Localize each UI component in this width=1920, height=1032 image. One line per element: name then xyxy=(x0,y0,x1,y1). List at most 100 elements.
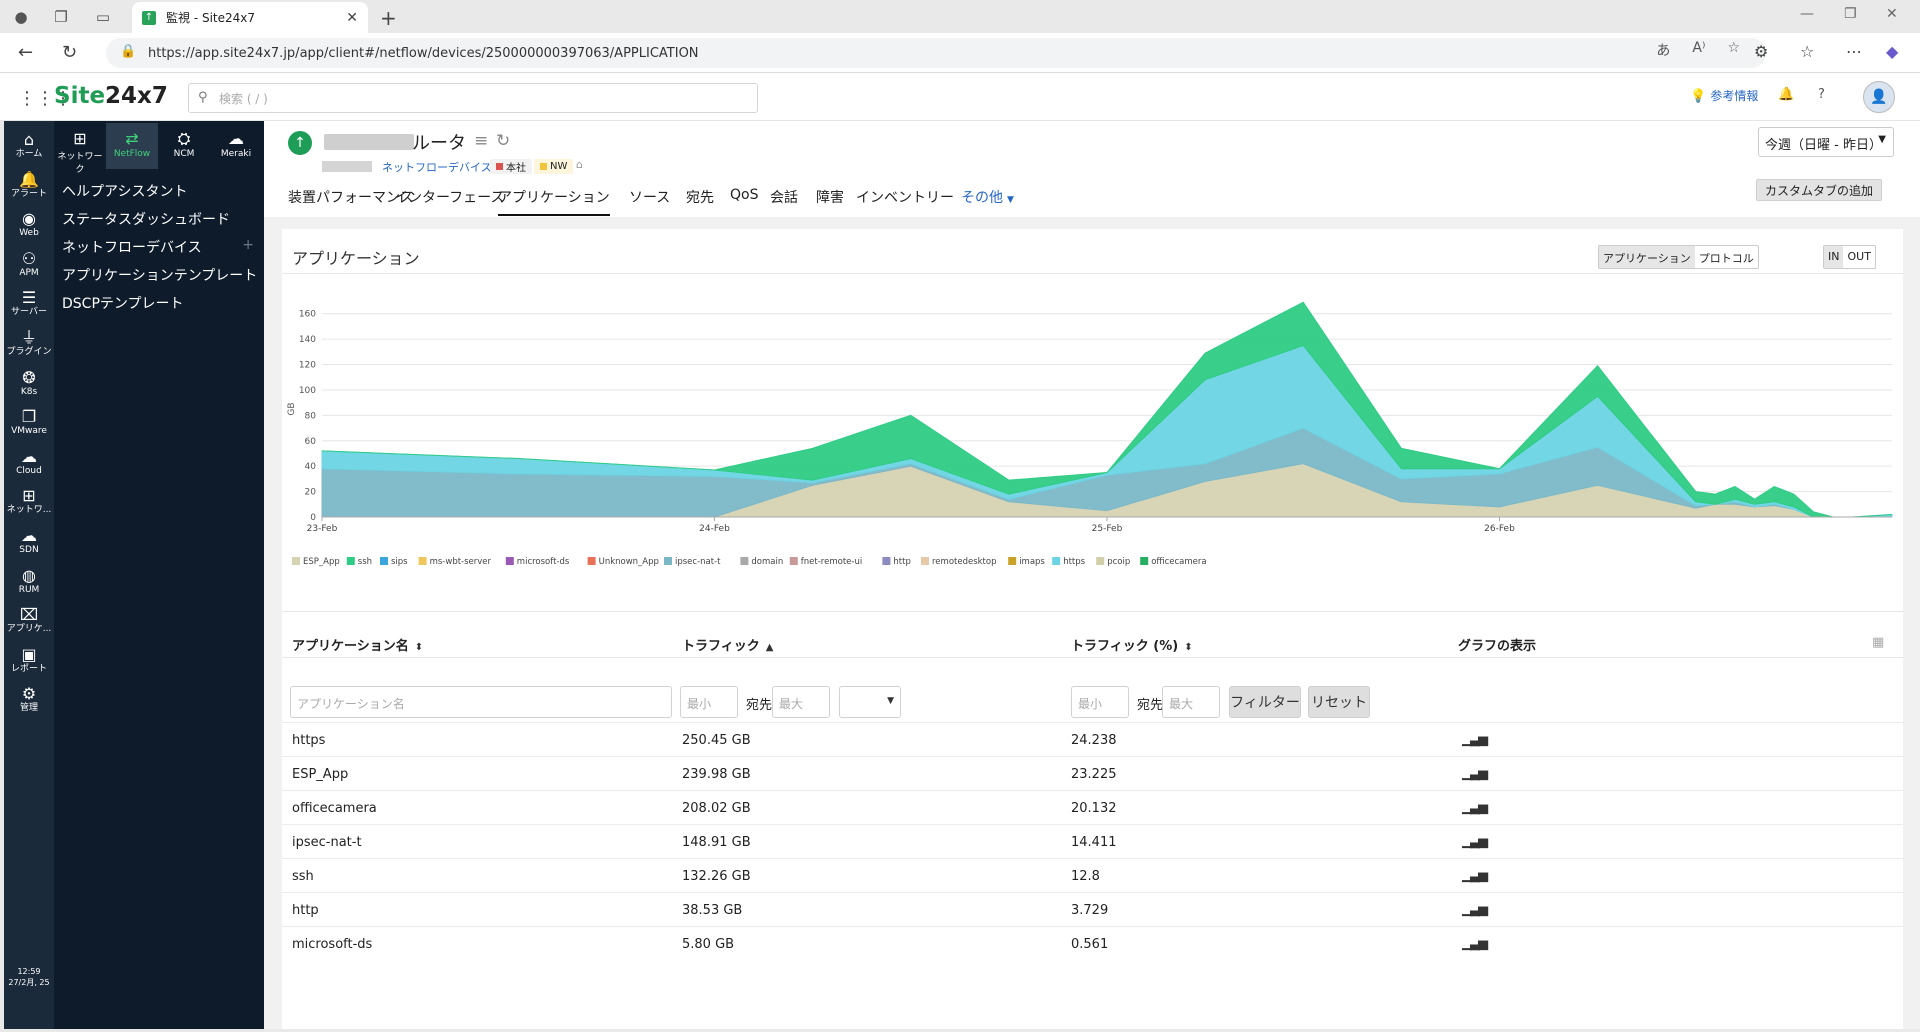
sidebar-link[interactable]: ネットフローデバイス xyxy=(62,237,202,257)
legend-item[interactable]: domain xyxy=(740,557,783,567)
pct-max-input[interactable]: 最大 xyxy=(1162,686,1220,718)
browser-tab[interactable]: ↑ 監視 - Site24x7 ✕ xyxy=(132,2,368,33)
col-header-app-name[interactable]: アプリケーション名 ⬍ xyxy=(292,635,423,654)
sidebar-link[interactable]: ヘルプアシスタント xyxy=(62,181,187,201)
rail-item[interactable]: ❂ K8s xyxy=(4,368,54,398)
tab-3[interactable]: ソース xyxy=(629,187,670,207)
tab-6[interactable]: 会話 xyxy=(770,187,798,207)
bar-chart-icon[interactable]: ▁▃▅ xyxy=(1462,936,1488,951)
legend-item[interactable]: ms-wbt-server xyxy=(418,557,492,567)
sidebar-link[interactable]: ステータスダッシュボード xyxy=(62,209,230,229)
toggle-protocol[interactable]: プロトコル xyxy=(1695,246,1758,268)
back-icon[interactable]: ← xyxy=(18,42,33,63)
refresh-icon[interactable]: ↻ xyxy=(496,131,510,151)
sidebar-link[interactable]: DSCPテンプレート xyxy=(62,293,183,313)
tag-nw[interactable]: NW xyxy=(534,159,574,174)
restore-icon[interactable]: ❐ xyxy=(1844,6,1857,22)
toggle-out[interactable]: OUT xyxy=(1843,246,1874,268)
tag-edit-icon[interactable]: ⌂ xyxy=(576,158,583,171)
bar-chart-icon[interactable]: ▁▃▅ xyxy=(1462,868,1488,883)
reload-icon[interactable]: ↻ xyxy=(62,42,77,63)
legend-item[interactable]: http xyxy=(882,557,911,567)
close-window-icon[interactable]: ✕ xyxy=(1886,6,1898,22)
direction-toggle[interactable]: IN OUT xyxy=(1823,245,1876,269)
legend-item[interactable]: ipsec-nat-t xyxy=(664,557,721,567)
site24x7-logo[interactable]: Site24x7 xyxy=(54,83,168,109)
favorites-icon[interactable]: ☆ xyxy=(1800,42,1814,61)
workspaces-icon[interactable]: ❐ xyxy=(50,6,72,28)
legend-item[interactable]: Unknown_App xyxy=(587,557,659,567)
tab-5[interactable]: QoS xyxy=(730,187,758,203)
legend-item[interactable]: ESP_App xyxy=(292,557,340,567)
app-name-filter-input[interactable]: アプリケーション名 xyxy=(290,686,672,718)
rail-item[interactable]: ☁ SDN xyxy=(4,527,54,556)
rail-item[interactable]: ⚇ APM xyxy=(4,249,54,279)
subtab-ネットワーク[interactable]: ⊞ ネットワーク xyxy=(54,123,106,175)
legend-item[interactable]: sips xyxy=(380,557,408,567)
add-device-icon[interactable]: + xyxy=(242,237,254,253)
tab-1[interactable]: インターフェース xyxy=(394,187,504,207)
bar-chart-icon[interactable]: ▁▃▅ xyxy=(1462,902,1488,917)
tab-8[interactable]: インベントリー xyxy=(856,187,954,207)
col-header-traffic-pct[interactable]: トラフィック (%) ⬍ xyxy=(1071,635,1193,654)
notification-bell-icon[interactable]: 🔔 xyxy=(1778,87,1794,102)
rail-item[interactable]: ⏚ プラグイン xyxy=(4,329,54,358)
rail-item[interactable]: ⌂ ホーム xyxy=(4,131,54,160)
favorite-star-icon[interactable]: ☆ xyxy=(1727,40,1740,60)
bar-chart-icon[interactable]: ▁▃▅ xyxy=(1462,800,1488,815)
legend-item[interactable]: microsoft-ds xyxy=(505,557,570,567)
rail-item[interactable]: ▣ レポート xyxy=(4,645,54,675)
copilot-icon[interactable]: ◆ xyxy=(1886,42,1898,61)
rail-item[interactable]: ☁ Cloud xyxy=(4,447,54,477)
device-type-link[interactable]: ネットフローデバイス xyxy=(382,159,492,175)
rail-item[interactable]: ⌧ アプリケ... xyxy=(4,606,54,635)
bar-chart-icon[interactable]: ▁▃▅ xyxy=(1462,766,1488,781)
legend-item[interactable]: ssh xyxy=(346,557,372,567)
col-header-traffic[interactable]: トラフィック ▲ xyxy=(682,635,773,654)
pct-min-input[interactable]: 最小 xyxy=(1071,686,1129,718)
help-icon[interactable]: ? xyxy=(1818,87,1825,102)
tab-9[interactable]: その他 ▼ xyxy=(961,187,1014,207)
subtab-ncm[interactable]: ⛭ NCM xyxy=(158,123,210,169)
tab-actions-icon[interactable]: ▭ xyxy=(92,6,114,28)
rail-item[interactable]: ◍ RUM xyxy=(4,566,54,596)
tab-2[interactable]: アプリケーション xyxy=(498,187,610,216)
filter-button[interactable]: フィルター xyxy=(1229,686,1301,718)
extensions-icon[interactable]: ⚙ xyxy=(1754,42,1768,61)
column-settings-icon[interactable]: ▦ xyxy=(1872,635,1884,650)
profile-icon[interactable]: ● xyxy=(10,6,32,28)
legend-item[interactable]: fnet-remote-ui xyxy=(789,557,862,567)
legend-item[interactable]: pcoip xyxy=(1096,557,1130,567)
traffic-max-input[interactable]: 最大 xyxy=(772,686,830,718)
unit-select[interactable]: ▼ xyxy=(839,686,901,718)
read-aloud-icon[interactable]: A⁾ xyxy=(1692,40,1705,60)
legend-item[interactable]: remotedesktop xyxy=(921,557,997,567)
rail-item[interactable]: ⊞ ネットワ... xyxy=(4,487,54,516)
reset-button[interactable]: リセット xyxy=(1308,686,1370,718)
subtab-meraki[interactable]: ☁ Meraki xyxy=(210,123,262,169)
bar-chart-icon[interactable]: ▁▃▅ xyxy=(1462,834,1488,849)
tag-honsha[interactable]: 本社 xyxy=(490,159,532,174)
tab-4[interactable]: 宛先 xyxy=(686,187,714,207)
subtab-netflow[interactable]: ⇄ NetFlow xyxy=(106,123,158,169)
rail-item[interactable]: ☰ サーバー xyxy=(4,289,54,318)
traffic-min-input[interactable]: 最小 xyxy=(680,686,738,718)
sidebar-link[interactable]: アプリケーションテンプレート xyxy=(62,265,257,285)
add-custom-tab-button[interactable]: カスタムタブの追加 xyxy=(1756,179,1883,201)
rail-item[interactable]: ◉ Web xyxy=(4,210,54,239)
lock-icon[interactable]: 🔒 xyxy=(120,44,136,59)
rail-item[interactable]: 🔔 アラート xyxy=(4,170,54,200)
rail-item[interactable]: ❐ VMware xyxy=(4,408,54,437)
legend-item[interactable]: https xyxy=(1052,557,1086,567)
close-tab-icon[interactable]: ✕ xyxy=(346,10,358,26)
reference-link[interactable]: 💡 参考情報 xyxy=(1690,87,1758,104)
avatar[interactable]: 👤 xyxy=(1863,81,1895,113)
toggle-application[interactable]: アプリケーション xyxy=(1599,246,1695,268)
menu-icon[interactable]: ≡ xyxy=(474,131,488,151)
url-field[interactable]: 🔒 https://app.site24x7.jp/app/client#/ne… xyxy=(106,38,1766,68)
bar-chart-icon[interactable]: ▁▃▅ xyxy=(1462,732,1488,747)
rail-item[interactable]: ⚙ 管理 xyxy=(4,685,54,714)
legend-item[interactable]: imaps xyxy=(1008,557,1045,567)
new-tab-button[interactable]: + xyxy=(380,6,397,30)
minimize-icon[interactable]: — xyxy=(1800,6,1814,22)
